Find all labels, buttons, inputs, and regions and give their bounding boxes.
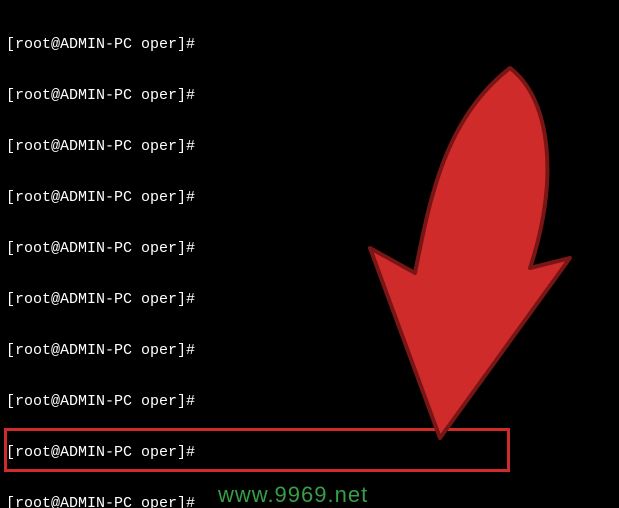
prompt-line: [root@ADMIN-PC oper]# <box>6 240 613 257</box>
prompt-line: [root@ADMIN-PC oper]# <box>6 138 613 155</box>
prompt-line: [root@ADMIN-PC oper]# <box>6 342 613 359</box>
annotation-highlight-box <box>4 428 510 472</box>
prompt-line: [root@ADMIN-PC oper]# <box>6 291 613 308</box>
prompt-line: [root@ADMIN-PC oper]# <box>6 393 613 410</box>
prompt-line: [root@ADMIN-PC oper]# <box>6 87 613 104</box>
prompt-line: [root@ADMIN-PC oper]# <box>6 495 613 508</box>
prompt-line: [root@ADMIN-PC oper]# <box>6 189 613 206</box>
prompt-line: [root@ADMIN-PC oper]# <box>6 36 613 53</box>
